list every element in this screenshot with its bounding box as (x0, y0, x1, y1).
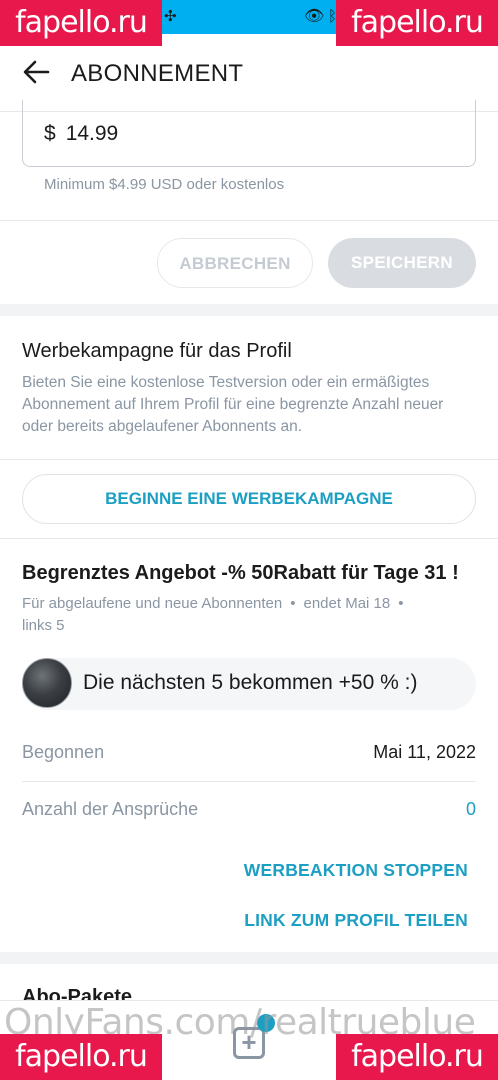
watermark-badge: fapello.ru (336, 0, 498, 46)
offer-end-date: endet Mai 18 (303, 595, 391, 612)
cancel-button[interactable]: ABBRECHEN (157, 238, 313, 288)
started-label: Begonnen (22, 742, 105, 762)
offer-message-text: Die nächsten 5 bekommen +50 % :) (83, 671, 418, 694)
claims-value: 0 (465, 799, 476, 819)
start-campaign-button[interactable]: BEGINNE EINE WERBEKAMPAGNE (22, 474, 476, 524)
price-hint: Minimum $4.99 USD oder kostenlos (44, 176, 285, 193)
offer-audience: Für abgelaufene und neue Abonnenten (22, 595, 283, 612)
price-value: 14.99 (65, 122, 119, 145)
offer-title: Begrenztes Angebot -% 50Rabatt für Tage … (22, 562, 459, 584)
promo-description: Bieten Sie eine kostenlose Testversion o… (22, 374, 444, 435)
separator-dot: • (398, 595, 404, 612)
offer-meta: Für abgelaufene und neue Abonnenten • ende… (22, 593, 462, 637)
divider (22, 781, 476, 782)
started-value: Mai 11, 2022 (373, 742, 476, 762)
section-divider (0, 952, 498, 964)
offer-remaining: links 5 (22, 617, 65, 634)
offer-message: Die nächsten 5 bekommen +50 % :) (22, 658, 476, 710)
divider (0, 538, 498, 539)
promo-section-title: Werbekampagne für das Profil (22, 340, 292, 362)
page-title: ABONNEMENT (71, 60, 244, 87)
watermark-badge: fapello.ru (0, 1034, 162, 1080)
back-arrow-icon[interactable] (22, 60, 50, 84)
share-profile-link-button[interactable]: LINK ZUM PROFIL TEILEN (244, 910, 468, 931)
divider (0, 220, 498, 221)
watermark-badge: fapello.ru (336, 1034, 498, 1080)
fan-icon: ✣ (164, 8, 177, 25)
price-input[interactable]: $14.99 (22, 100, 476, 167)
claims-label: Anzahl der Ansprüche (22, 799, 199, 819)
stop-promotion-button[interactable]: WERBEAKTION STOPPEN (244, 860, 468, 881)
eye-icon: 👁 (304, 8, 325, 25)
avatar (22, 658, 72, 708)
separator-dot: • (290, 595, 296, 612)
save-button[interactable]: SPEICHERN (328, 238, 476, 288)
watermark-badge: fapello.ru (0, 0, 162, 46)
currency-symbol: $ (44, 122, 56, 145)
section-divider (0, 304, 498, 316)
divider (0, 459, 498, 460)
